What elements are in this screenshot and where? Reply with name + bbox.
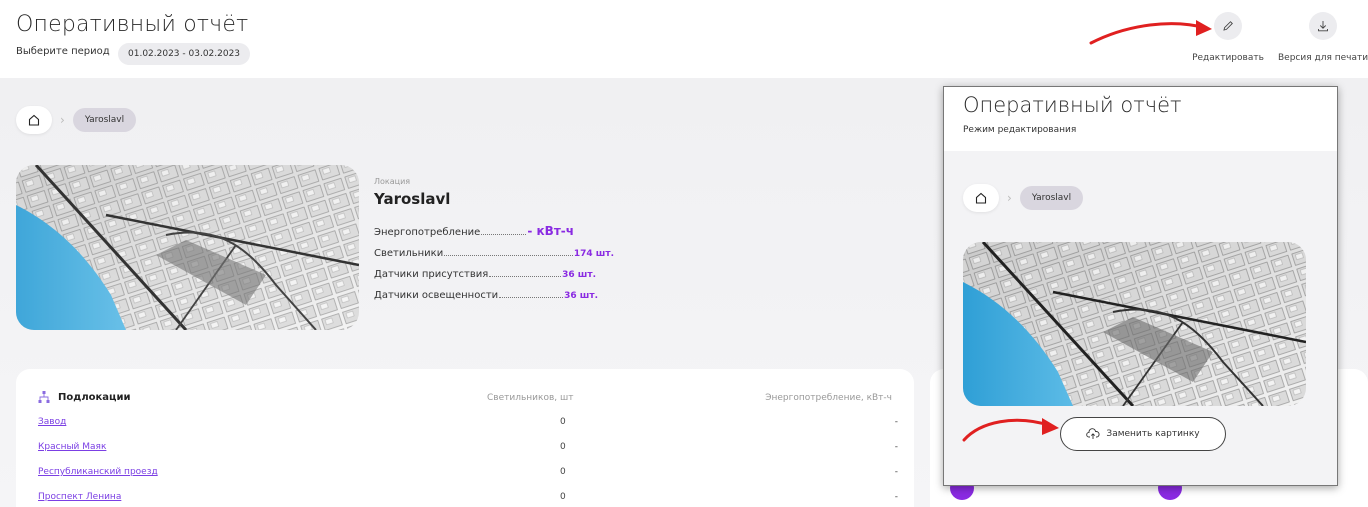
breadcrumb-item[interactable]: Yaroslavl — [72, 108, 137, 132]
lamps-count: 0 — [560, 442, 566, 452]
table-row: Красный Маяк 0 - — [38, 442, 898, 452]
print-version-button[interactable]: Версия для печати — [1278, 12, 1368, 63]
edit-panel-title: Оперативный отчёт — [963, 93, 1182, 117]
energy-value: - — [894, 442, 898, 452]
energy-value: - — [894, 467, 898, 477]
chevron-right-icon: › — [1007, 191, 1012, 205]
sublocations-header: Подлокации — [38, 390, 130, 404]
lamps-count: 0 — [560, 467, 566, 477]
page-header: Оперативный отчёт Выберите период 01.02.… — [0, 0, 1368, 78]
page-title: Оперативный отчёт — [16, 12, 249, 37]
edit-mode-panel: Оперативный отчёт Режим редактирования ›… — [943, 86, 1338, 486]
stat-presence-sensors: Датчики присутствия 36 шт. — [374, 269, 596, 280]
chevron-right-icon: › — [60, 113, 65, 127]
edit-button-label: Редактировать — [1192, 53, 1264, 63]
table-row: Республиканский проезд 0 - — [38, 467, 898, 477]
edit-panel-map-image — [963, 242, 1306, 406]
replace-image-button[interactable]: Заменить картинку — [1060, 417, 1226, 451]
sublocation-link[interactable]: Красный Маяк — [38, 442, 106, 452]
table-row: Завод 0 - — [38, 417, 898, 427]
energy-value: - — [894, 417, 898, 427]
pencil-icon — [1214, 12, 1242, 40]
home-icon — [28, 114, 40, 126]
stat-label: Датчики освещенности — [374, 290, 499, 301]
sublocation-link[interactable]: Завод — [38, 417, 66, 427]
stat-value: 36 шт. — [564, 291, 598, 301]
lamps-count: 0 — [560, 492, 566, 502]
cloud-upload-icon — [1086, 428, 1100, 439]
stat-label: Энергопотребление — [374, 227, 481, 238]
stat-label: Светильники — [374, 248, 444, 259]
print-version-button-label: Версия для печати — [1278, 53, 1368, 63]
column-header-lamps: Светильников, шт — [487, 393, 574, 403]
stat-label: Датчики присутствия — [374, 269, 489, 280]
column-header-energy: Энергопотребление, кВт-ч — [765, 393, 892, 403]
location-info: Локация Yaroslavl Энергопотребление - кВ… — [374, 177, 614, 301]
stat-value: 36 шт. — [562, 270, 596, 280]
table-row: Проспект Ленина 0 - — [38, 492, 898, 502]
energy-value: - — [894, 492, 898, 502]
edit-panel-header: Оперативный отчёт Режим редактирования — [944, 87, 1337, 151]
stat-lamps: Светильники 174 шт. — [374, 248, 614, 259]
location-caption: Локация — [374, 177, 411, 186]
period-selector[interactable]: 01.02.2023 - 03.02.2023 — [118, 43, 251, 65]
sublocations-title: Подлокации — [58, 391, 131, 403]
download-icon — [1309, 12, 1337, 40]
stat-light-sensors: Датчики освещенности 36 шт. — [374, 290, 598, 301]
stat-value: 174 шт. — [573, 249, 614, 259]
edit-panel-subtitle: Режим редактирования — [963, 125, 1077, 135]
stat-value: - кВт-ч — [527, 224, 574, 238]
edit-panel-breadcrumb: › Yaroslavl — [963, 184, 1084, 212]
replace-image-label: Заменить картинку — [1106, 429, 1200, 439]
location-map-image — [16, 165, 359, 330]
lamps-count: 0 — [560, 417, 566, 427]
sublocations-card: Подлокации Светильников, шт Энергопотреб… — [16, 369, 914, 507]
period-label: Выберите период — [16, 46, 110, 57]
home-button[interactable] — [16, 106, 52, 134]
location-name: Yaroslavl — [374, 190, 451, 208]
stat-energy: Энергопотребление - кВт-ч — [374, 224, 574, 238]
hierarchy-icon — [38, 391, 50, 403]
sublocation-link[interactable]: Проспект Ленина — [38, 492, 121, 502]
home-icon — [975, 192, 987, 204]
edit-button[interactable]: Редактировать — [1183, 12, 1273, 63]
breadcrumb: › Yaroslavl — [16, 106, 137, 134]
home-button[interactable] — [963, 184, 999, 212]
breadcrumb-item[interactable]: Yaroslavl — [1019, 186, 1084, 210]
sublocation-link[interactable]: Республиканский проезд — [38, 467, 158, 477]
